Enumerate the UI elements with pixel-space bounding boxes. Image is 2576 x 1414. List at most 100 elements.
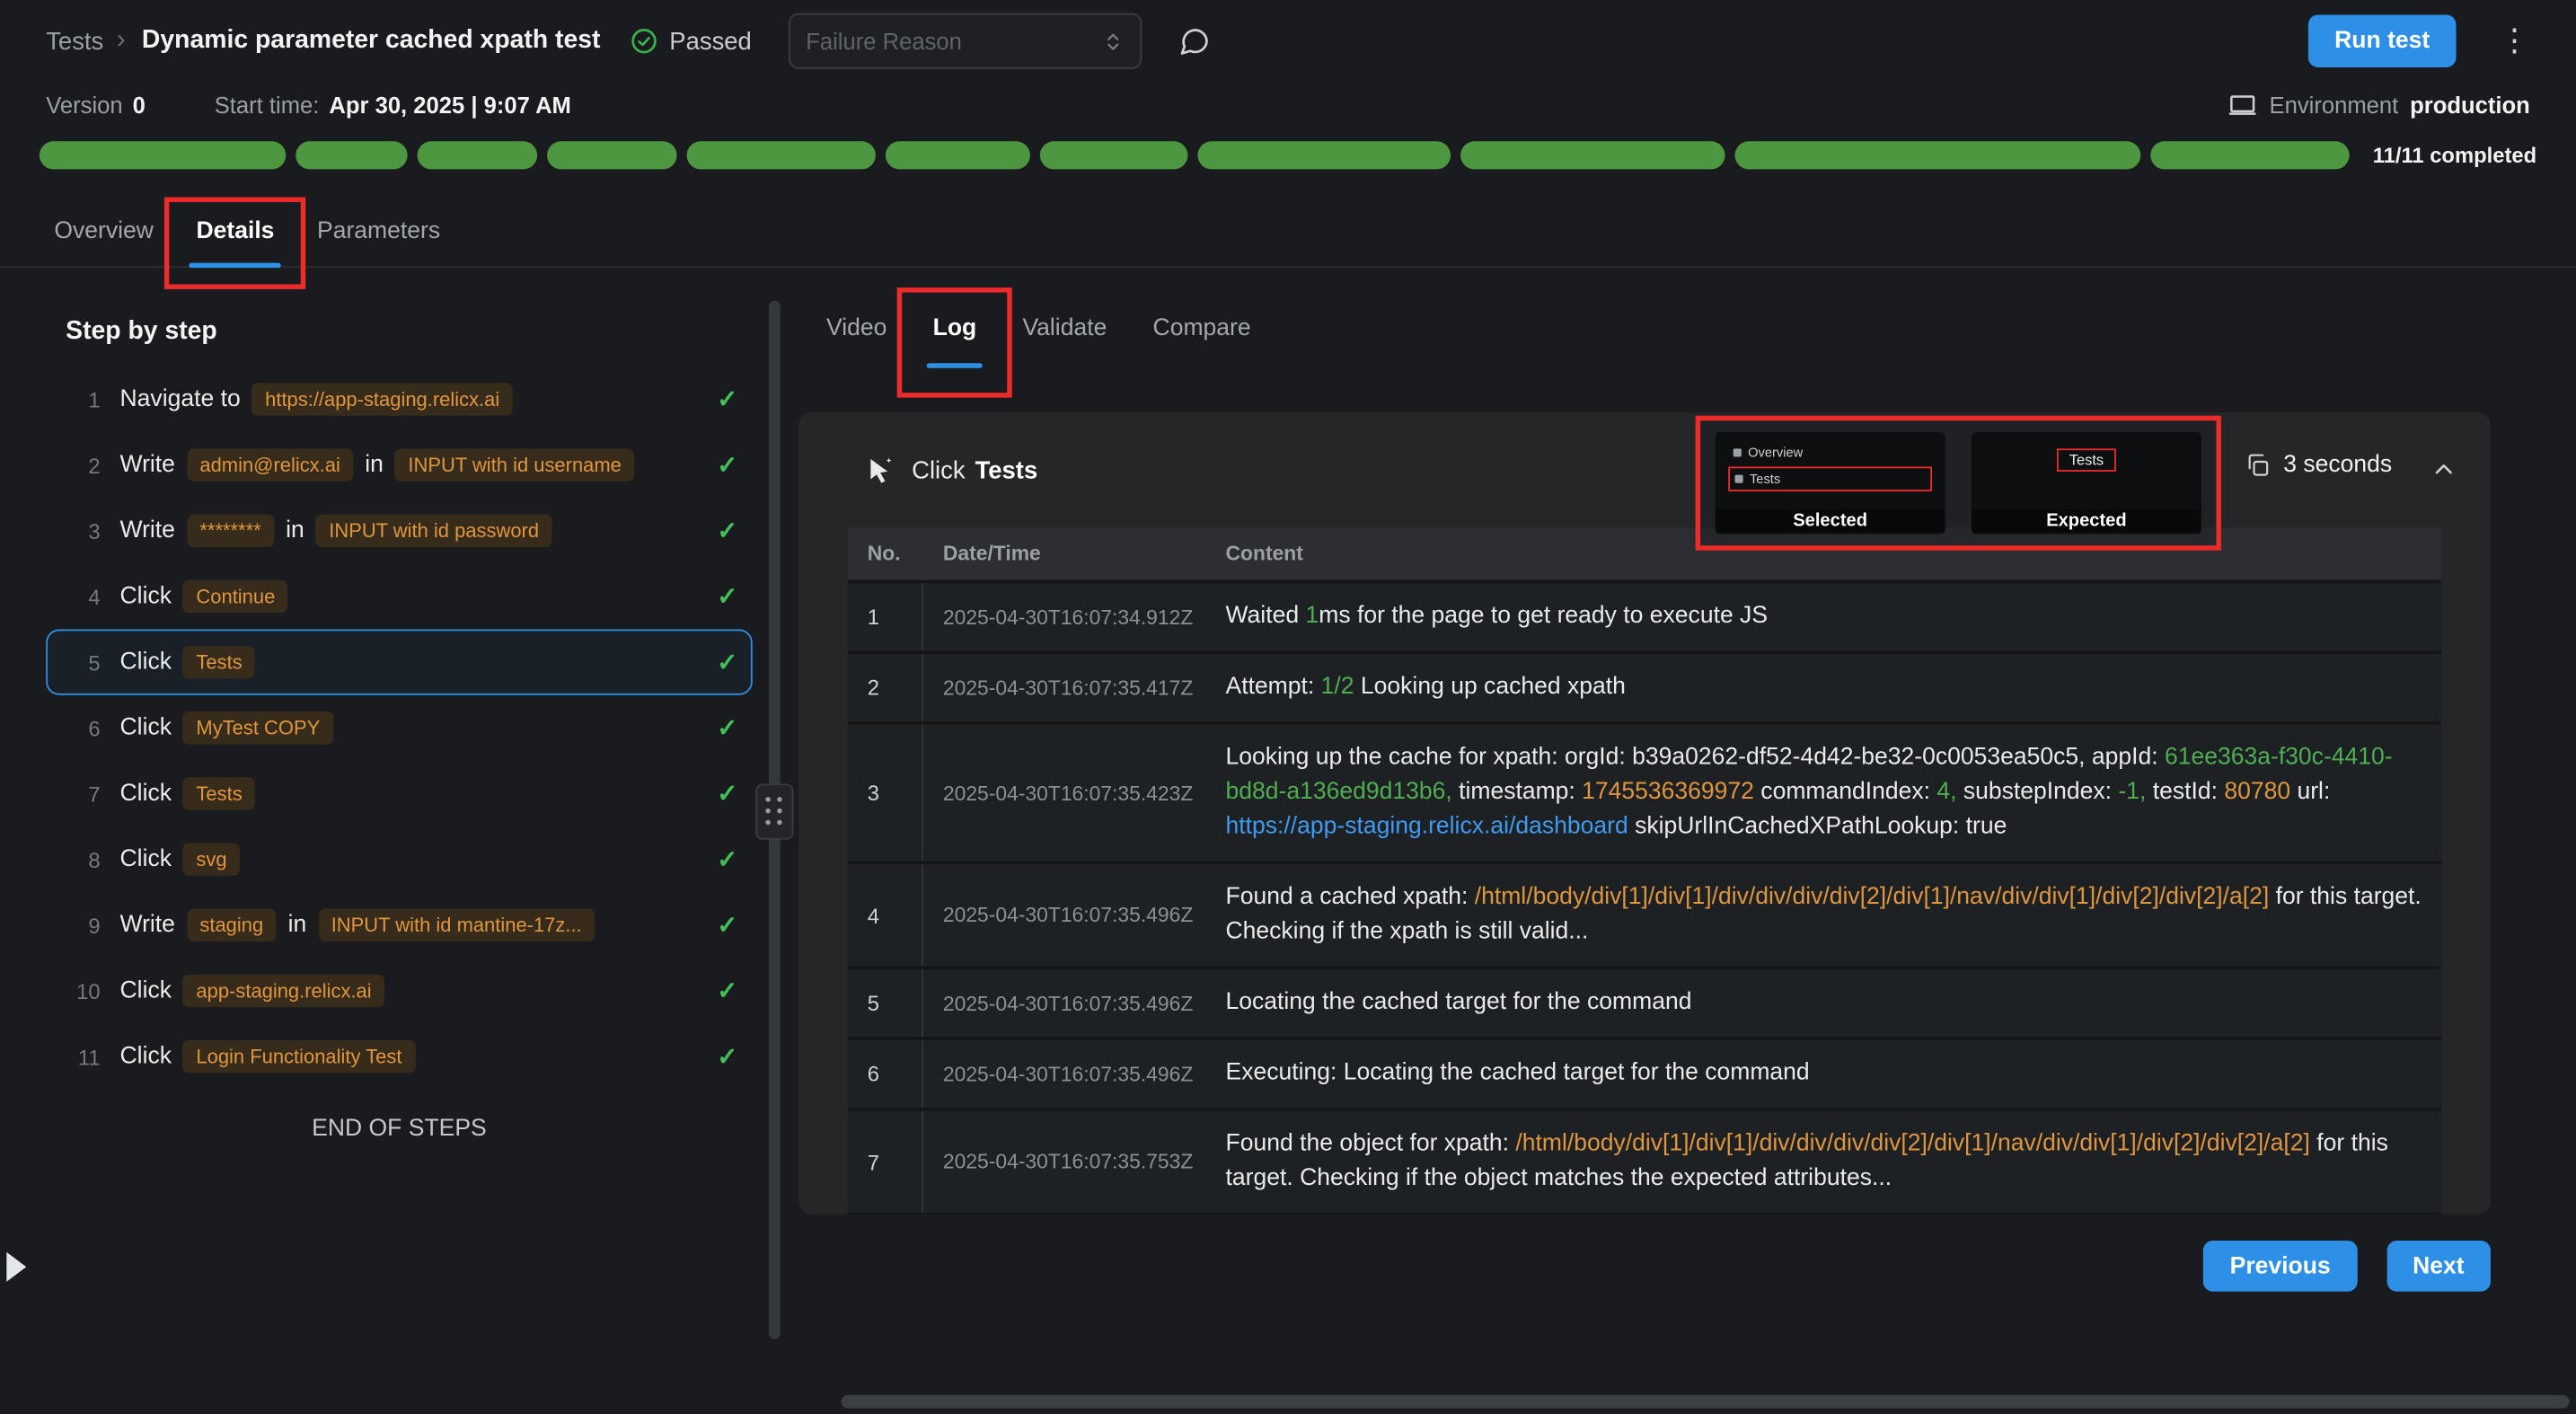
detail-panel: VideoLogValidateCompare Click Tests Over… [798, 291, 2576, 1343]
log-text-green: 4, [1936, 779, 1956, 805]
log-message: Looking up the cache for xpath: orgId: b… [1206, 725, 2441, 862]
step-arg-chip: INPUT with id username [395, 448, 635, 482]
expected-caption: Expected [1972, 509, 2201, 533]
tab-parameters[interactable]: Parameters [296, 202, 462, 266]
log-row: 72025-04-30T16:07:35.753ZFound the objec… [848, 1111, 2441, 1215]
log-row-number: 6 [848, 1040, 923, 1108]
status-badge: Passed [630, 26, 751, 56]
log-text: testId: [2146, 779, 2224, 805]
step-action-text: Click [120, 1043, 172, 1069]
step-arg-chip: Login Functionality Test [183, 1040, 415, 1074]
step-description: Navigate tohttps://app-staging.relicx.ai [120, 383, 704, 416]
log-timestamp: 2025-04-30T16:07:35.496Z [923, 888, 1206, 943]
status-label: Passed [669, 27, 752, 55]
log-tabs: VideoLogValidateCompare [798, 291, 2491, 363]
kebab-menu-icon[interactable]: ⋮ [2499, 25, 2530, 57]
start-time-label: Start time: [215, 92, 320, 118]
step-row[interactable]: 8Clicksvg✓ [46, 826, 753, 892]
progress-segment [418, 140, 537, 168]
log-text: substepIndex: [1957, 779, 2119, 805]
screenshot-annotation-box: Overview Tests Selected Tests Expected [1696, 416, 2221, 551]
step-action-text: Click [120, 977, 172, 1003]
expected-target-label: Tests [2058, 448, 2115, 472]
end-of-steps-label: END OF STEPS [46, 1116, 753, 1142]
breadcrumb-tests[interactable]: Tests [46, 27, 103, 55]
log-text-link[interactable]: https://app-staging.relicx.ai/dashboard [1226, 814, 1628, 840]
step-action-text: in [365, 452, 384, 478]
start-time-value: Apr 30, 2025 | 9:07 AM [329, 92, 571, 118]
step-number: 5 [67, 650, 101, 674]
step-description: Clickapp-staging.relicx.ai [120, 975, 704, 1008]
environment-group: Environment production [2228, 91, 2530, 120]
step-row[interactable]: 7ClickTests✓ [46, 761, 753, 826]
tab-validate[interactable]: Validate [1001, 299, 1128, 363]
step-arg-chip: INPUT with id mantine-17z... [318, 908, 595, 941]
copy-icon[interactable] [2244, 452, 2270, 478]
step-row[interactable]: 10Clickapp-staging.relicx.ai✓ [46, 958, 753, 1023]
chevron-up-icon[interactable] [2430, 455, 2457, 483]
step-row[interactable]: 11ClickLogin Functionality Test✓ [46, 1024, 753, 1090]
tab-overview[interactable]: Overview [33, 202, 175, 266]
log-row: 52025-04-30T16:07:35.496ZLocating the ca… [848, 969, 2441, 1040]
log-text: Looking up the cache for xpath: orgId: b… [1226, 745, 2165, 771]
step-description: WritestaginginINPUT with id mantine-17z.… [120, 908, 704, 941]
horizontal-scrollbar[interactable] [841, 1395, 2569, 1409]
step-row[interactable]: 6ClickMyTest COPY✓ [46, 695, 753, 761]
thumb-tests-row: Tests [1728, 466, 1932, 490]
log-row-number: 2 [848, 654, 923, 721]
log-text: Executing: Locating the cached target fo… [1226, 1060, 1810, 1086]
sidebar-expand-arrow[interactable] [6, 1252, 26, 1282]
progress-segment [1735, 140, 2140, 168]
step-row[interactable]: 9WritestaginginINPUT with id mantine-17z… [46, 892, 753, 958]
run-test-button[interactable]: Run test [2308, 14, 2457, 67]
step-description: Write********inINPUT with id password [120, 515, 704, 548]
log-text: Found the object for xpath: [1226, 1131, 1516, 1157]
tab-video[interactable]: Video [805, 299, 908, 363]
step-arg-chip: Tests [183, 646, 256, 679]
panel-resize-handle[interactable] [755, 783, 793, 839]
comment-icon[interactable] [1178, 24, 1211, 57]
log-action-verb: Click [912, 456, 965, 484]
step-arg-chip: Tests [183, 777, 256, 810]
tab-details[interactable]: Details [175, 202, 296, 266]
log-text: skipUrlInCachedXPathLookup: true [1628, 814, 2007, 840]
log-text-orange: 80780 [2224, 779, 2290, 805]
overview-icon [1734, 448, 1742, 456]
log-text: Locating the cached target for the comma… [1226, 989, 1692, 1015]
step-row[interactable]: 4ClickContinue✓ [46, 563, 753, 629]
previous-button[interactable]: Previous [2203, 1241, 2357, 1292]
step-arg-chip: Continue [183, 580, 288, 614]
failure-reason-select[interactable]: Failure Reason [788, 13, 1141, 69]
log-row: 42025-04-30T16:07:35.496ZFound a cached … [848, 864, 2441, 969]
expected-screenshot-thumb[interactable]: Tests Expected [1972, 432, 2201, 534]
log-row: 32025-04-30T16:07:35.423ZLooking up the … [848, 725, 2441, 865]
step-action-text: Click [120, 583, 172, 609]
thumb-overview-row: Overview [1728, 442, 1932, 464]
pagination: Previous Next [798, 1241, 2491, 1292]
select-chevrons-icon [1101, 31, 1123, 52]
progress-segment [296, 140, 408, 168]
column-header: No. [848, 527, 923, 580]
next-button[interactable]: Next [2386, 1241, 2491, 1292]
step-number: 10 [67, 978, 101, 1003]
step-number: 2 [67, 453, 101, 477]
step-row[interactable]: 3Write********inINPUT with id password✓ [46, 498, 753, 563]
log-text: Found a cached xpath: [1226, 884, 1475, 910]
selected-screenshot-thumb[interactable]: Overview Tests Selected [1716, 432, 1945, 534]
log-text: timestamp: [1452, 779, 1582, 805]
tab-compare[interactable]: Compare [1132, 299, 1273, 363]
panel-divider [753, 291, 798, 1343]
meta-row: Version 0 Start time: Apr 30, 2025 | 9:0… [0, 82, 2576, 128]
step-arg-chip: ******** [187, 515, 275, 548]
log-text-green: -1, [2118, 779, 2146, 805]
progress-segment [687, 140, 876, 168]
log-timestamp: 2025-04-30T16:07:35.496Z [923, 1046, 1206, 1101]
log-message: Found a cached xpath: /html/body/div[1]/… [1206, 864, 2441, 966]
step-row[interactable]: 5ClickTests✓ [46, 630, 753, 695]
step-row[interactable]: 1Navigate tohttps://app-staging.relicx.a… [46, 367, 753, 432]
step-row[interactable]: 2Writeadmin@relicx.aiinINPUT with id use… [46, 432, 753, 498]
progress-row: 11/11 completed [0, 139, 2576, 169]
version-value: 0 [133, 92, 146, 118]
tab-log[interactable]: Log [912, 299, 998, 363]
step-action-text: in [286, 517, 304, 544]
